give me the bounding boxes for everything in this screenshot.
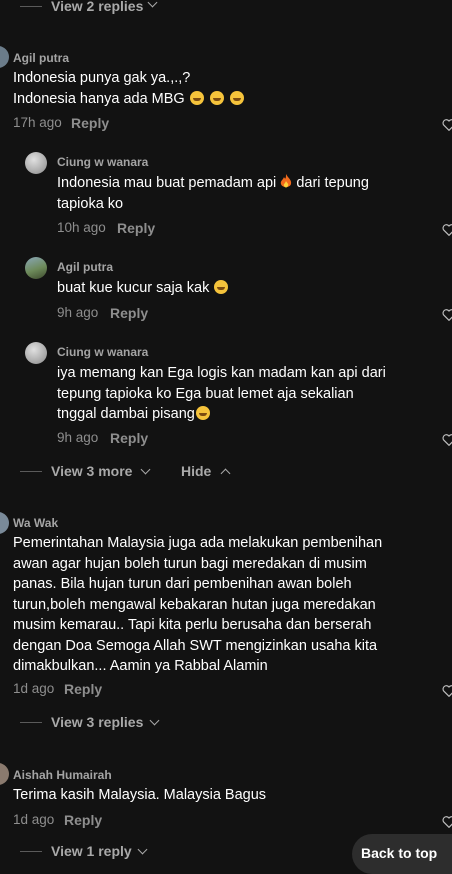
divider-line bbox=[20, 471, 42, 472]
comment-text: Pemerintahan Malaysia juga ada melakukan… bbox=[13, 535, 383, 674]
chevron-down-icon bbox=[147, 0, 158, 8]
comment-author[interactable]: Ciung w wanara bbox=[57, 155, 148, 169]
avatar[interactable] bbox=[0, 763, 9, 785]
view-replies-button[interactable]: View 2 replies bbox=[51, 0, 143, 14]
avatar[interactable] bbox=[25, 152, 47, 174]
avatar[interactable] bbox=[0, 512, 9, 534]
back-to-top-button[interactable]: Back to top bbox=[352, 834, 452, 874]
chevron-down-icon bbox=[149, 715, 160, 726]
comment-text: Terima kasih Malaysia. Malaysia Bagus bbox=[13, 787, 267, 803]
reply-button[interactable]: Reply bbox=[64, 812, 102, 828]
back-to-top-label: Back to top bbox=[361, 845, 438, 861]
comment-text: buat kue kucur saja kak bbox=[57, 278, 229, 299]
comment-text: iya memang kan Ega logis kan madam kan a… bbox=[57, 365, 386, 422]
comment-author[interactable]: Agil putra bbox=[57, 260, 113, 274]
comment-author[interactable]: Wa Wak bbox=[13, 516, 58, 530]
heart-outline-icon[interactable] bbox=[442, 308, 452, 321]
view-replies-button[interactable]: View 3 replies bbox=[51, 714, 143, 730]
comment-text: Indonesia mau buat pemadam api dari tepu… bbox=[57, 174, 369, 212]
divider-line bbox=[20, 722, 42, 723]
rolling-laugh-emoji-icon bbox=[189, 90, 204, 105]
comment-time: 9h ago bbox=[57, 305, 99, 320]
chevron-down-icon bbox=[140, 464, 151, 475]
heart-outline-icon[interactable] bbox=[442, 118, 452, 131]
comment-time: 9h ago bbox=[57, 430, 99, 445]
rolling-laugh-emoji-icon bbox=[209, 90, 224, 105]
grimacing-emoji-icon bbox=[195, 406, 210, 420]
view-replies-button[interactable]: View 1 reply bbox=[51, 843, 132, 859]
comment-time: 1d ago bbox=[13, 812, 55, 827]
heart-outline-icon[interactable] bbox=[442, 684, 452, 697]
reply-button[interactable]: Reply bbox=[64, 681, 102, 697]
comment-time: 1d ago bbox=[13, 681, 55, 696]
divider-line bbox=[20, 6, 42, 7]
reply-button[interactable]: Reply bbox=[110, 305, 148, 321]
reply-button[interactable]: Reply bbox=[110, 430, 148, 446]
view-more-button[interactable]: View 3 more bbox=[51, 463, 132, 479]
heart-outline-icon[interactable] bbox=[442, 815, 452, 828]
comment-time: 17h ago bbox=[13, 115, 62, 130]
avatar[interactable] bbox=[25, 342, 47, 364]
avatar[interactable] bbox=[0, 46, 9, 68]
reply-button[interactable]: Reply bbox=[71, 115, 109, 131]
chevron-up-icon bbox=[220, 468, 231, 479]
reply-button[interactable]: Reply bbox=[117, 220, 155, 236]
comment-text: Indonesia punya gak ya.,.,? Indonesia ha… bbox=[13, 68, 245, 109]
avatar[interactable] bbox=[25, 257, 47, 279]
heart-outline-icon[interactable] bbox=[442, 223, 452, 236]
hide-replies-button[interactable]: Hide bbox=[181, 463, 211, 479]
comment-time: 10h ago bbox=[57, 220, 106, 235]
divider-line bbox=[20, 851, 42, 852]
comment-author[interactable]: Ciung w wanara bbox=[57, 345, 148, 359]
comment-author[interactable]: Aishah Humairah bbox=[13, 768, 112, 782]
rolling-laugh-emoji-icon bbox=[214, 280, 229, 294]
heart-outline-icon[interactable] bbox=[442, 433, 452, 446]
comment-author[interactable]: Agil putra bbox=[13, 51, 69, 65]
fire-emoji-icon bbox=[281, 174, 292, 188]
rolling-laugh-emoji-icon bbox=[229, 90, 244, 105]
